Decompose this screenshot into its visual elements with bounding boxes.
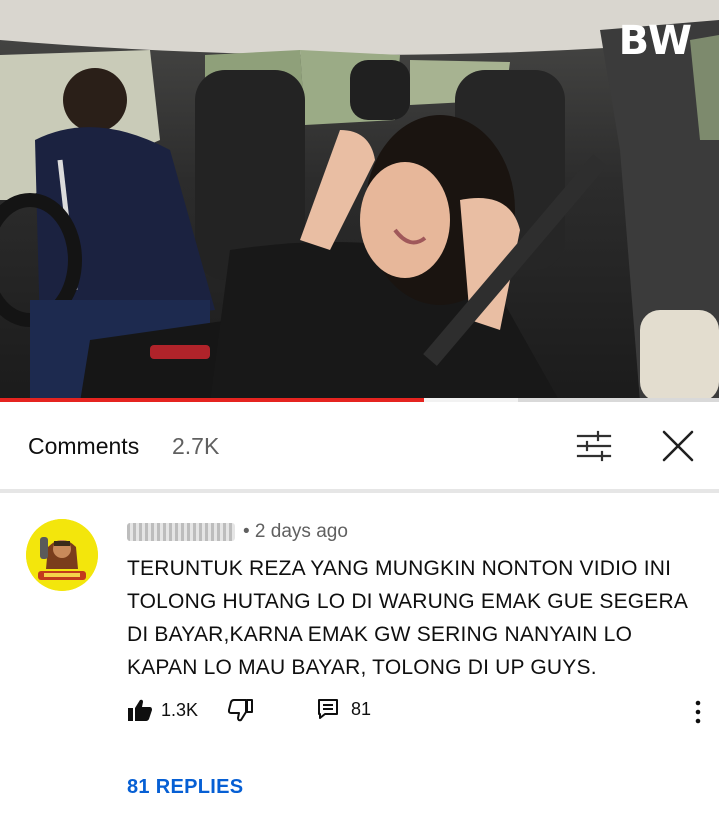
- username-blurred[interactable]: [127, 523, 235, 541]
- cartoon-avatar-icon: [26, 519, 98, 591]
- thumbs-down-icon: [227, 699, 253, 722]
- comment-meta: • 2 days ago: [127, 521, 348, 543]
- view-replies-link[interactable]: 81 REPLIES: [127, 776, 243, 799]
- comments-header: Comments 2.7K: [0, 403, 719, 489]
- more-vertical-icon: [695, 700, 701, 724]
- reply-button[interactable]: 81: [317, 698, 371, 720]
- video-frame-scene: [0, 0, 719, 402]
- like-count: 1.3K: [161, 699, 199, 720]
- close-x-icon[interactable]: [659, 427, 697, 465]
- channel-watermark: BW: [618, 18, 693, 64]
- like-button[interactable]: 1.3K: [127, 698, 198, 722]
- comment-icon: [318, 699, 338, 719]
- comments-title: Comments: [28, 433, 140, 459]
- header-divider: [0, 489, 719, 493]
- comment-time: • 2 days ago: [243, 521, 348, 542]
- dislike-button[interactable]: [227, 698, 253, 722]
- reply-count: 81: [351, 698, 372, 719]
- sort-sliders-icon[interactable]: [574, 429, 614, 463]
- commenter-avatar[interactable]: [26, 519, 98, 591]
- more-options-button[interactable]: [694, 700, 702, 729]
- comments-count: 2.7K: [172, 433, 220, 459]
- video-player[interactable]: BW: [0, 0, 719, 402]
- comment-text: TERUNTUK REZA YANG MUNGKIN NONTON VIDIO …: [127, 557, 687, 679]
- thumbs-up-icon: [128, 699, 152, 721]
- video-progress-bar[interactable]: [0, 398, 719, 402]
- progress-played: [0, 398, 425, 402]
- comment-actions: 1.3K 81: [127, 698, 702, 728]
